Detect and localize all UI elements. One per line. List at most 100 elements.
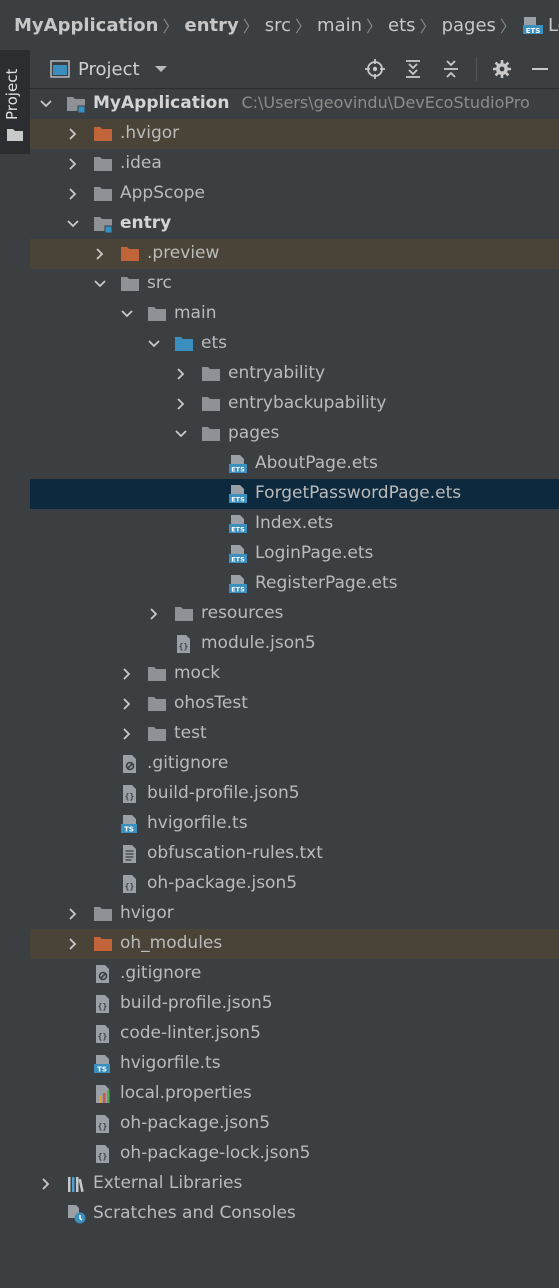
chevron-right-icon[interactable] (65, 936, 81, 952)
breadcrumb-label: ets (388, 14, 416, 36)
tree-item-name: .gitignore (147, 753, 229, 773)
tree-row[interactable]: resources (30, 599, 559, 629)
tree-row[interactable]: obfuscation-rules.txt (30, 839, 559, 869)
tree-item-label: ForgetPasswordPage.ets (255, 483, 461, 503)
breadcrumb-separator: 〉 (242, 17, 259, 36)
tree-row[interactable]: entry (30, 209, 559, 239)
tree-row[interactable]: {} oh-package.json5 (30, 1109, 559, 1139)
tree-row[interactable]: entrybackupability (30, 389, 559, 419)
breadcrumb-item[interactable]: src (265, 15, 291, 36)
breadcrumb-item[interactable]: ETS LoginPa (522, 15, 559, 36)
tree-row[interactable]: External Libraries (30, 1169, 559, 1199)
breadcrumb-item[interactable]: pages (442, 15, 496, 36)
svg-text:ETS: ETS (231, 586, 245, 594)
tree-row[interactable]: .preview (30, 239, 559, 269)
tree-item-label: .gitignore (147, 753, 228, 773)
tree-row[interactable]: {} code-linter.json5 (30, 1019, 559, 1049)
navigation-breadcrumb: MyApplication 〉 entry 〉 src 〉 main 〉 ets 〉 pages 〉 E… (0, 0, 559, 51)
tree-item-name: ForgetPasswordPage.ets (255, 483, 462, 503)
tree-row[interactable]: ETS Index.ets (30, 509, 559, 539)
chevron-right-icon[interactable] (119, 726, 135, 742)
tree-row[interactable]: MyApplication C:\Users\geovindu\DevEcoStu… (30, 89, 559, 119)
tree-row[interactable]: ohosTest (30, 689, 559, 719)
tree-row[interactable]: ETS ForgetPasswordPage.ets (30, 479, 559, 509)
tree-item-label: hvigorfile.ts (120, 1053, 221, 1073)
tree-row[interactable]: oh_modules (30, 929, 559, 959)
breadcrumb-item[interactable]: entry (184, 15, 238, 36)
tree-row[interactable]: local.properties (30, 1079, 559, 1109)
chevron-down-icon[interactable] (65, 216, 81, 232)
breadcrumb-item[interactable]: MyApplication (14, 15, 158, 36)
tree-row[interactable]: ets (30, 329, 559, 359)
chevron-down-icon[interactable] (173, 426, 189, 442)
locate-button[interactable] (356, 50, 394, 88)
chevron-down-icon[interactable] (119, 306, 135, 322)
tree-row[interactable]: ETS RegisterPage.ets (30, 569, 559, 599)
tree-item-label: obfuscation-rules.txt (147, 843, 323, 863)
chevron-down-icon[interactable] (154, 64, 168, 74)
tree-row[interactable]: {} build-profile.json5 (30, 989, 559, 1019)
tree-item-name: ets (201, 333, 227, 353)
breadcrumb-item[interactable]: main (317, 15, 362, 36)
project-panel-header: Project (30, 50, 559, 88)
chevron-right-icon[interactable] (65, 906, 81, 922)
chevron-down-icon[interactable] (92, 276, 108, 292)
external-libraries-icon (68, 1177, 84, 1193)
tree-row[interactable]: .gitignore (30, 959, 559, 989)
chevron-right-icon[interactable] (38, 1176, 54, 1192)
tree-row[interactable]: AppScope (30, 179, 559, 209)
tree-row[interactable]: {} module.json5 (30, 629, 559, 659)
collapse-all-button[interactable] (432, 50, 470, 88)
tree-item-label: main (174, 303, 216, 323)
folder-icon (7, 129, 23, 141)
project-tool-tab[interactable]: Project (0, 50, 30, 154)
tree-row[interactable]: test (30, 719, 559, 749)
tree-row[interactable]: .gitignore (30, 749, 559, 779)
chevron-right-icon[interactable] (92, 246, 108, 262)
chevron-right-icon[interactable] (119, 666, 135, 682)
tree-item-label: .preview (147, 243, 219, 263)
chevron-down-icon[interactable] (38, 96, 54, 112)
chevron-right-icon[interactable] (173, 366, 189, 382)
scratches-icon (68, 1205, 86, 1224)
tree-row[interactable]: main (30, 299, 559, 329)
breadcrumb-item[interactable]: ets (388, 15, 416, 36)
tree-row[interactable]: pages (30, 419, 559, 449)
gear-button[interactable] (483, 50, 521, 88)
expand-all-button[interactable] (394, 50, 432, 88)
tree-row[interactable]: hvigor (30, 899, 559, 929)
tree-row[interactable]: .hvigor (30, 119, 559, 149)
tree-item-label: External Libraries (93, 1173, 242, 1193)
chevron-right-icon[interactable] (65, 186, 81, 202)
tree-row[interactable]: .idea (30, 149, 559, 179)
tree-row[interactable]: src (30, 269, 559, 299)
minimize-button[interactable] (521, 50, 559, 88)
tree-row[interactable]: {} oh-package.json5 (30, 869, 559, 899)
chevron-right-icon[interactable] (119, 696, 135, 712)
tree-row[interactable]: ETS LoginPage.ets (30, 539, 559, 569)
tree-row[interactable]: TS hvigorfile.ts (30, 809, 559, 839)
tree-row[interactable]: TS hvigorfile.ts (30, 1049, 559, 1079)
breadcrumb-separator: 〉 (295, 17, 312, 36)
tree-item-name: local.properties (120, 1083, 252, 1103)
tree-row[interactable]: Scratches and Consoles (30, 1199, 559, 1229)
breadcrumb-label: entry (184, 14, 239, 36)
chevron-down-icon[interactable] (146, 336, 162, 352)
chevron-right-icon[interactable] (65, 156, 81, 172)
json-file-icon: {} (123, 785, 136, 803)
gear-icon (493, 60, 511, 78)
tree-item-label: oh-package.json5 (120, 1113, 270, 1133)
project-tree: MyApplication C:\Users\geovindu\DevEcoStu… (30, 89, 559, 1288)
tree-row[interactable]: mock (30, 659, 559, 689)
tree-row[interactable]: ETS AboutPage.ets (30, 449, 559, 479)
tree-item-name: entryability (228, 363, 326, 383)
chevron-right-icon[interactable] (173, 396, 189, 412)
svg-text:{}: {} (125, 882, 135, 891)
chevron-right-icon[interactable] (146, 606, 162, 622)
chevron-right-icon[interactable] (65, 126, 81, 142)
tree-row[interactable]: entryability (30, 359, 559, 389)
tree-item-label: Index.ets (255, 513, 333, 533)
tree-row[interactable]: {} build-profile.json5 (30, 779, 559, 809)
tree-item-name: oh-package-lock.json5 (120, 1143, 311, 1163)
tree-row[interactable]: {} oh-package-lock.json5 (30, 1139, 559, 1169)
